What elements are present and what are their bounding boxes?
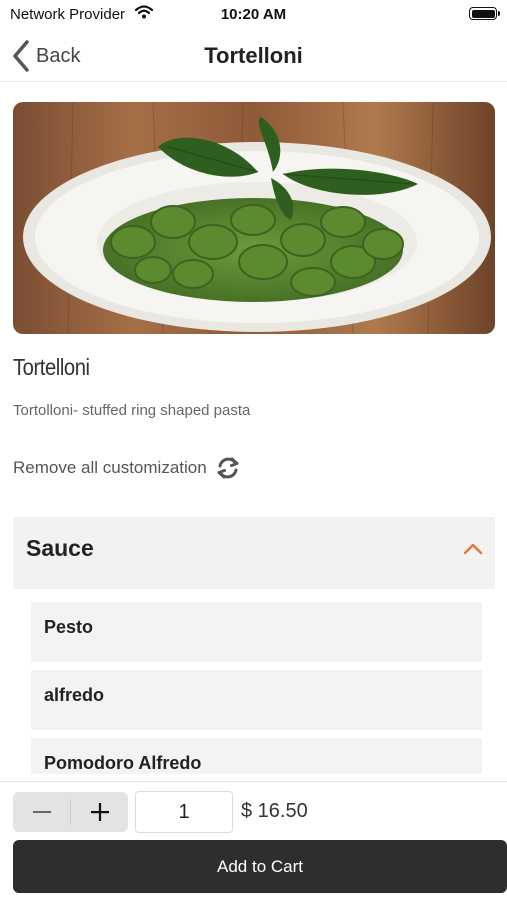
option-label: alfredo bbox=[44, 685, 105, 705]
cart-footer: 1 $ 16.50 Add to Cart bbox=[0, 781, 507, 900]
remove-customization-button[interactable]: Remove all customization bbox=[13, 455, 241, 481]
item-description: Tortolloni- stuffed ring shaped pasta bbox=[13, 402, 251, 419]
option-alfredo[interactable]: alfredo bbox=[31, 670, 482, 730]
page-title: Tortelloni bbox=[204, 43, 303, 68]
quantity-stepper bbox=[13, 792, 128, 832]
option-label: Pomodoro Alfredo bbox=[44, 753, 202, 773]
status-bar: Network Provider 10:20 AM bbox=[0, 0, 507, 28]
section-title: Sauce bbox=[26, 535, 94, 561]
sauce-section-header[interactable]: Sauce bbox=[13, 517, 495, 589]
battery-icon bbox=[469, 7, 500, 20]
navigation-bar: Back Tortelloni bbox=[0, 30, 507, 82]
minus-icon bbox=[32, 811, 51, 813]
sauce-options-list: Pesto alfredo Pomodoro Alfredo bbox=[31, 602, 482, 774]
item-name: Tortelloni bbox=[13, 354, 90, 380]
quantity-field[interactable]: 1 bbox=[135, 791, 233, 833]
status-time: 10:20 AM bbox=[220, 6, 287, 23]
increment-button[interactable] bbox=[71, 792, 128, 832]
decrement-button[interactable] bbox=[13, 792, 70, 832]
item-price: $ 16.50 bbox=[241, 800, 308, 822]
chevron-up-icon bbox=[463, 543, 483, 555]
option-pomodoro-alfredo[interactable]: Pomodoro Alfredo bbox=[31, 738, 482, 774]
plus-icon bbox=[90, 803, 109, 821]
add-to-cart-button[interactable]: Add to Cart bbox=[13, 840, 507, 893]
remove-customization-label: Remove all customization bbox=[13, 458, 207, 477]
option-pesto[interactable]: Pesto bbox=[31, 602, 482, 662]
refresh-icon bbox=[217, 457, 239, 479]
option-label: Pesto bbox=[44, 617, 94, 637]
dish-image bbox=[13, 102, 495, 334]
